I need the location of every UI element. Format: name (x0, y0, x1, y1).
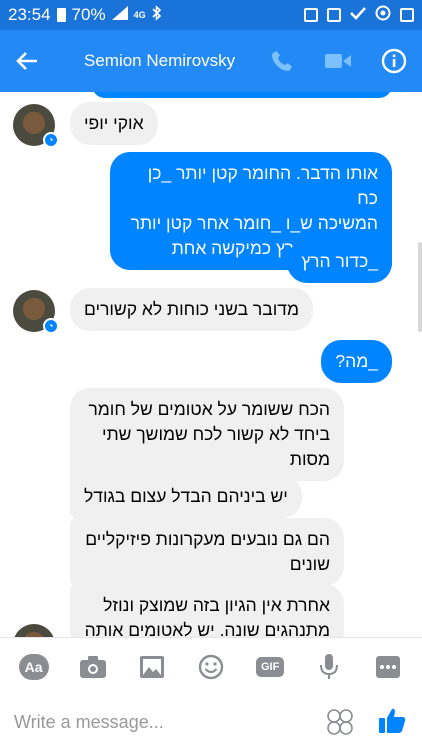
message-text-line: מסות (289, 449, 330, 469)
bluetooth-icon (152, 4, 162, 26)
message-bubble[interactable]: _כדור הרץ (287, 240, 392, 283)
message-bubble-partial[interactable] (92, 92, 392, 98)
message-bubble[interactable]: יש ביניהם הבדל עצום בגודל (70, 475, 302, 518)
gif-label: GIF (255, 656, 285, 677)
message-text-line: שונים (289, 554, 330, 574)
video-call-button[interactable] (310, 30, 366, 92)
signal-icon (111, 5, 128, 25)
message-bubble[interactable]: מדובר בשני כוחות לא קשורים (70, 288, 313, 331)
contact-avatar[interactable] (13, 104, 59, 148)
message-text-line: אותו הדבר. החומר קטן יותר _כן כח (147, 163, 378, 208)
phone-icon (272, 51, 292, 71)
sd-card-icon (304, 8, 318, 22)
thumbs-up-icon (379, 708, 406, 733)
camera-icon (79, 655, 106, 678)
contact-avatar[interactable] (13, 290, 59, 334)
message-text-line: הכח ששומר על אטומים של חומר (88, 399, 330, 419)
message-text: _כדור הרץ (301, 251, 378, 271)
sticker-faces-icon (327, 709, 353, 735)
image-icon (139, 655, 164, 678)
battery-level: 70% (71, 5, 106, 24)
video-camera-icon (325, 54, 351, 68)
status-bar: 23:54 70% 4G (0, 0, 422, 30)
composer-toolbar: Aa GIF (0, 637, 422, 695)
smiley-icon (198, 654, 224, 679)
app-notification-icon (400, 8, 414, 22)
message-text: _מה? (335, 351, 378, 371)
back-button[interactable] (0, 30, 54, 92)
message-bubble[interactable]: הכח ששומר על אטומים של חומר ביחד לא קשור… (70, 388, 344, 481)
message-text-line: ביחד לא קשור לכח שמושך שתי (102, 424, 330, 444)
info-button[interactable] (366, 30, 422, 92)
gallery-notification-icon (327, 8, 341, 22)
voice-call-button[interactable] (254, 30, 310, 92)
message-thread[interactable]: אוקי יופי אותו הדבר. החומר קטן יותר _כן … (0, 92, 422, 637)
emoji-button[interactable] (191, 647, 231, 687)
text-style-label: Aa (18, 653, 49, 680)
message-input[interactable] (14, 712, 304, 733)
more-options-button[interactable] (368, 647, 408, 687)
message-text: אוקי יופי (84, 113, 144, 133)
message-text: מדובר בשני כוחות לא קשורים (84, 299, 299, 319)
voice-message-button[interactable] (309, 647, 349, 687)
gif-button[interactable]: GIF (250, 647, 290, 687)
contact-name[interactable]: Semion Nemirovsky (84, 51, 254, 71)
messenger-badge-icon (43, 318, 59, 334)
message-input-bar (0, 695, 422, 750)
check-icon (350, 5, 366, 25)
camera-button[interactable] (73, 647, 113, 687)
message-text-line: מתנהגים שונה. יש לאטומים אותה (84, 620, 330, 637)
sticker-button[interactable] (326, 708, 354, 736)
message-bubble[interactable]: הם גם נובעים מעקרונות פיזיקליים שונים (70, 518, 344, 586)
conversation-header: Semion Nemirovsky (0, 30, 422, 92)
message-text-line: אחרת אין הגיון בזה שמוצק ונוזל (103, 595, 330, 615)
contact-avatar[interactable] (13, 624, 55, 637)
battery-icon (56, 8, 66, 22)
message-bubble[interactable]: _מה? (321, 340, 392, 383)
microphone-icon (320, 653, 339, 679)
messenger-badge-icon (43, 132, 59, 148)
gallery-button[interactable] (132, 647, 172, 687)
message-bubble[interactable]: אחרת אין הגיון בזה שמוצק ונוזל מתנהגים ש… (70, 584, 344, 637)
like-button[interactable] (378, 706, 406, 734)
target-icon (375, 5, 391, 26)
message-bubble[interactable]: אוקי יופי (70, 102, 158, 145)
scrollbar[interactable] (418, 242, 422, 332)
network-type: 4G (133, 10, 146, 20)
arrow-left-icon (16, 52, 37, 70)
info-icon (381, 48, 407, 74)
message-text-line: הם גם נובעים מעקרונות פיזיקליים (85, 529, 330, 549)
more-icon (376, 655, 401, 678)
message-text-line: המשיכה ש_ו _חומר אחר קטן יותר (130, 213, 378, 233)
text-style-button[interactable]: Aa (14, 647, 54, 687)
status-time: 23:54 (8, 5, 51, 24)
message-text: יש ביניהם הבדל עצום בגודל (84, 486, 288, 506)
